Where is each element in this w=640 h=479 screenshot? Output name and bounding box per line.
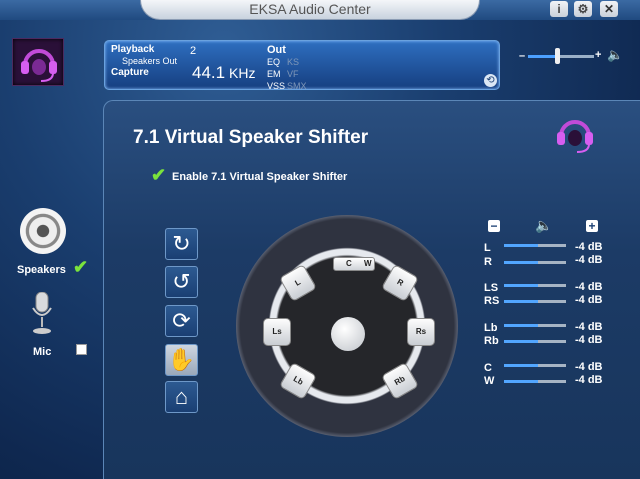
enable-label: Enable 7.1 Virtual Speaker Shifter (172, 171, 348, 183)
channel-value: -4 dB (575, 254, 603, 266)
out-label: Out (267, 44, 286, 56)
rotate-cw-icon[interactable]: ↻ (165, 228, 198, 260)
vf-label: VF (287, 69, 299, 79)
channel-slider[interactable] (504, 261, 566, 264)
info-toggle-icon[interactable]: ⟲ (484, 74, 497, 87)
channel-value: -4 dB (575, 374, 603, 386)
app-title: EKSA Audio Center (249, 1, 371, 17)
settings-button[interactable]: ⚙ (574, 1, 592, 17)
channel-value: -4 dB (575, 294, 603, 306)
channel-label: R (484, 256, 492, 268)
close-button[interactable]: ✕ (600, 1, 618, 17)
hand-icon[interactable]: ✋ (165, 344, 198, 376)
master-volume-slider[interactable] (528, 55, 594, 58)
em-label: EM (267, 69, 281, 79)
channel-value: -4 dB (575, 361, 603, 373)
ks-label: KS (287, 57, 300, 67)
channel-label: RS (484, 295, 500, 307)
channel-count: 2 (190, 45, 197, 57)
speaker-center-sub[interactable]: C W (333, 257, 375, 271)
page-title: 7.1 Virtual Speaker Shifter (133, 127, 369, 148)
channel-slider[interactable] (504, 364, 566, 367)
device-name: Speakers Out (122, 56, 178, 66)
vss-label: VSS (267, 81, 286, 91)
levels-speaker-icon: 🔈 (535, 217, 553, 233)
playback-label: Playback (111, 44, 155, 55)
listener-head-icon[interactable] (331, 317, 365, 351)
eq-label: EQ (267, 57, 281, 67)
volume-plus[interactable]: + (595, 49, 601, 61)
sample-unit: KHz (229, 65, 256, 81)
channel-label: Lb (484, 322, 498, 334)
levels-plus-button[interactable]: + (586, 220, 598, 232)
rotate-ccw-icon[interactable]: ↺ (165, 266, 198, 298)
channel-slider[interactable] (504, 340, 566, 343)
levels-minus-button[interactable]: − (488, 220, 500, 232)
channel-value: -4 dB (575, 241, 603, 253)
info-button[interactable]: i (550, 1, 568, 17)
channel-slider[interactable] (504, 300, 566, 303)
channel-slider[interactable] (504, 284, 566, 287)
speaker-device-icon[interactable] (20, 208, 66, 254)
master-volume-knob[interactable] (555, 48, 560, 64)
channel-label: LS (484, 282, 499, 294)
speakers-check-icon[interactable]: ✔ (73, 258, 88, 276)
channel-slider[interactable] (504, 324, 566, 327)
speakers-label: Speakers (17, 264, 66, 276)
capture-label: Capture (111, 67, 149, 78)
speaker-rs[interactable]: Rs (407, 318, 435, 346)
channel-label: Rb (484, 335, 499, 347)
mic-checkbox[interactable] (76, 344, 87, 355)
headset-badge-icon (552, 112, 598, 158)
enable-check-icon[interactable]: ✔ (151, 166, 166, 184)
channel-label: C (484, 362, 492, 374)
speaker-w-label: W (364, 259, 372, 268)
speaker-volume-icon[interactable]: 🔈 (607, 47, 623, 63)
sample-rate: 44.1 (192, 63, 226, 82)
channel-label: W (484, 375, 495, 387)
channel-value: -4 dB (575, 281, 603, 293)
speaker-c-label: C (346, 259, 352, 268)
channel-slider[interactable] (504, 380, 566, 383)
mic-label: Mic (33, 346, 52, 358)
rotate-reset-icon[interactable]: ⟳ (165, 305, 198, 337)
channel-label: L (484, 242, 491, 254)
home-icon[interactable]: ⌂ (165, 381, 198, 413)
channel-value: -4 dB (575, 321, 603, 333)
smx-label: SMX (287, 81, 307, 91)
speaker-ls[interactable]: Ls (263, 318, 291, 346)
channel-value: -4 dB (575, 334, 603, 346)
headset-logo (12, 38, 64, 86)
channel-slider[interactable] (504, 244, 566, 247)
microphone-icon[interactable] (30, 291, 54, 336)
volume-minus[interactable]: – (519, 50, 525, 62)
